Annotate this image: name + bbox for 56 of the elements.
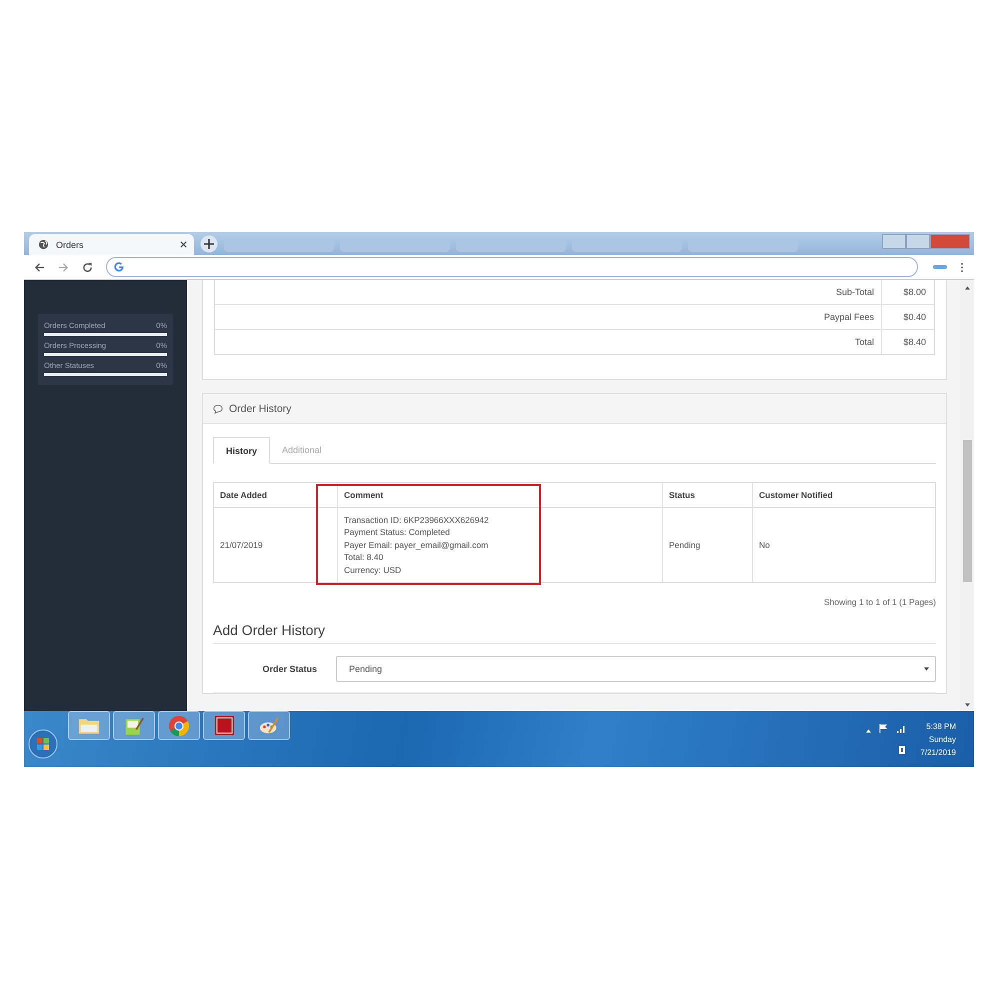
taskbar-app-button[interactable] bbox=[203, 711, 245, 740]
table-cell-text: $8.00 bbox=[902, 286, 927, 299]
table-cell: Sub-Total bbox=[215, 280, 882, 304]
order-status-select[interactable]: Pending bbox=[336, 656, 936, 682]
table-cell-text: $0.40 bbox=[902, 311, 927, 324]
reload-icon[interactable] bbox=[82, 262, 93, 272]
comment-icon bbox=[213, 404, 223, 414]
back-icon[interactable] bbox=[34, 262, 45, 272]
column-header: Date Added bbox=[214, 483, 337, 508]
table-cell: Paypal Fees bbox=[215, 305, 882, 329]
folder-icon bbox=[78, 716, 100, 735]
tab[interactable]: History bbox=[213, 437, 270, 464]
browser-tab[interactable]: Orders bbox=[29, 234, 194, 255]
new-tab-icon[interactable] bbox=[200, 235, 218, 253]
scrollbar[interactable] bbox=[960, 280, 974, 711]
circle-logo-icon bbox=[168, 714, 190, 736]
close-button[interactable] bbox=[930, 234, 970, 249]
show-hidden-icon[interactable] bbox=[866, 728, 872, 732]
table-cell: No bbox=[752, 508, 935, 582]
palette-icon bbox=[258, 716, 280, 736]
table-cell: Total bbox=[215, 330, 882, 354]
globe-icon bbox=[38, 239, 49, 250]
field-label: Order Status bbox=[261, 664, 318, 674]
taskbar-app-button[interactable] bbox=[113, 711, 155, 740]
scrollbar-thumb[interactable] bbox=[962, 440, 972, 582]
start-button[interactable] bbox=[28, 729, 58, 759]
tab-title: Orders bbox=[56, 240, 85, 250]
pagination-text: Showing 1 to 1 of 1 (1 Pages) bbox=[823, 597, 936, 607]
column-header: Customer Notified bbox=[752, 483, 935, 508]
maximize-button[interactable] bbox=[906, 234, 930, 249]
table-cell: Pending bbox=[662, 508, 752, 582]
comment-cell: Transaction ID: 6KP23966XXX626942 Payment Status: Completed Payer Email: payer_email@gmail.com Total: 8.40 Currency: USD bbox=[337, 508, 662, 582]
close-icon[interactable] bbox=[180, 241, 187, 248]
minimize-button[interactable] bbox=[882, 234, 906, 249]
flag-icon[interactable] bbox=[879, 724, 888, 732]
column-header: Status bbox=[662, 483, 752, 508]
clock-day: Sunday bbox=[928, 734, 956, 744]
clock-date: 7/21/2019 bbox=[920, 748, 956, 756]
framed-square-icon bbox=[214, 715, 234, 736]
signal-icon[interactable] bbox=[896, 724, 906, 732]
g-logo-icon bbox=[114, 262, 124, 272]
dropdown-caret-icon bbox=[924, 667, 929, 671]
menu-icon[interactable] bbox=[960, 262, 964, 272]
taskbar-app-button[interactable] bbox=[158, 711, 200, 740]
notepad-icon bbox=[124, 716, 144, 736]
power-icon[interactable] bbox=[898, 744, 906, 754]
table-cell-text: $8.40 bbox=[902, 336, 927, 349]
scroll-up-icon[interactable] bbox=[964, 286, 970, 290]
panel-title: Order History bbox=[229, 402, 292, 414]
table-cell-text: 21/07/2019 bbox=[219, 538, 264, 552]
clock-time: 5:38 PM bbox=[926, 722, 956, 730]
forward-icon[interactable] bbox=[58, 262, 69, 272]
section-heading: Add Order History bbox=[213, 622, 936, 644]
scroll-down-icon[interactable] bbox=[964, 703, 970, 707]
address-field[interactable] bbox=[106, 257, 918, 277]
column-header: Comment bbox=[337, 483, 662, 508]
